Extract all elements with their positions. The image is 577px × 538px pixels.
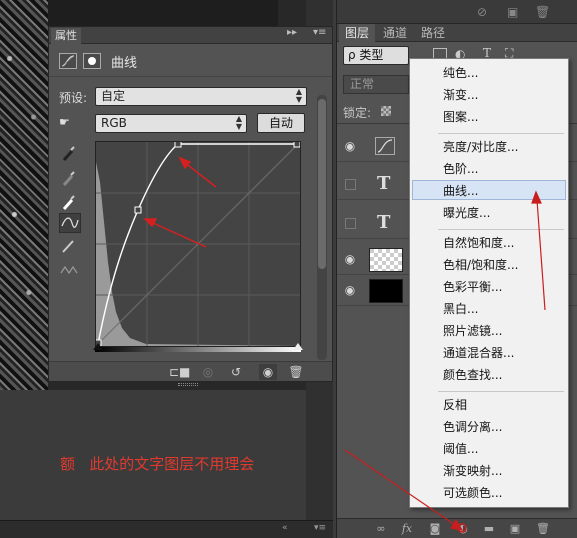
annotation-overlay <box>344 190 546 533</box>
